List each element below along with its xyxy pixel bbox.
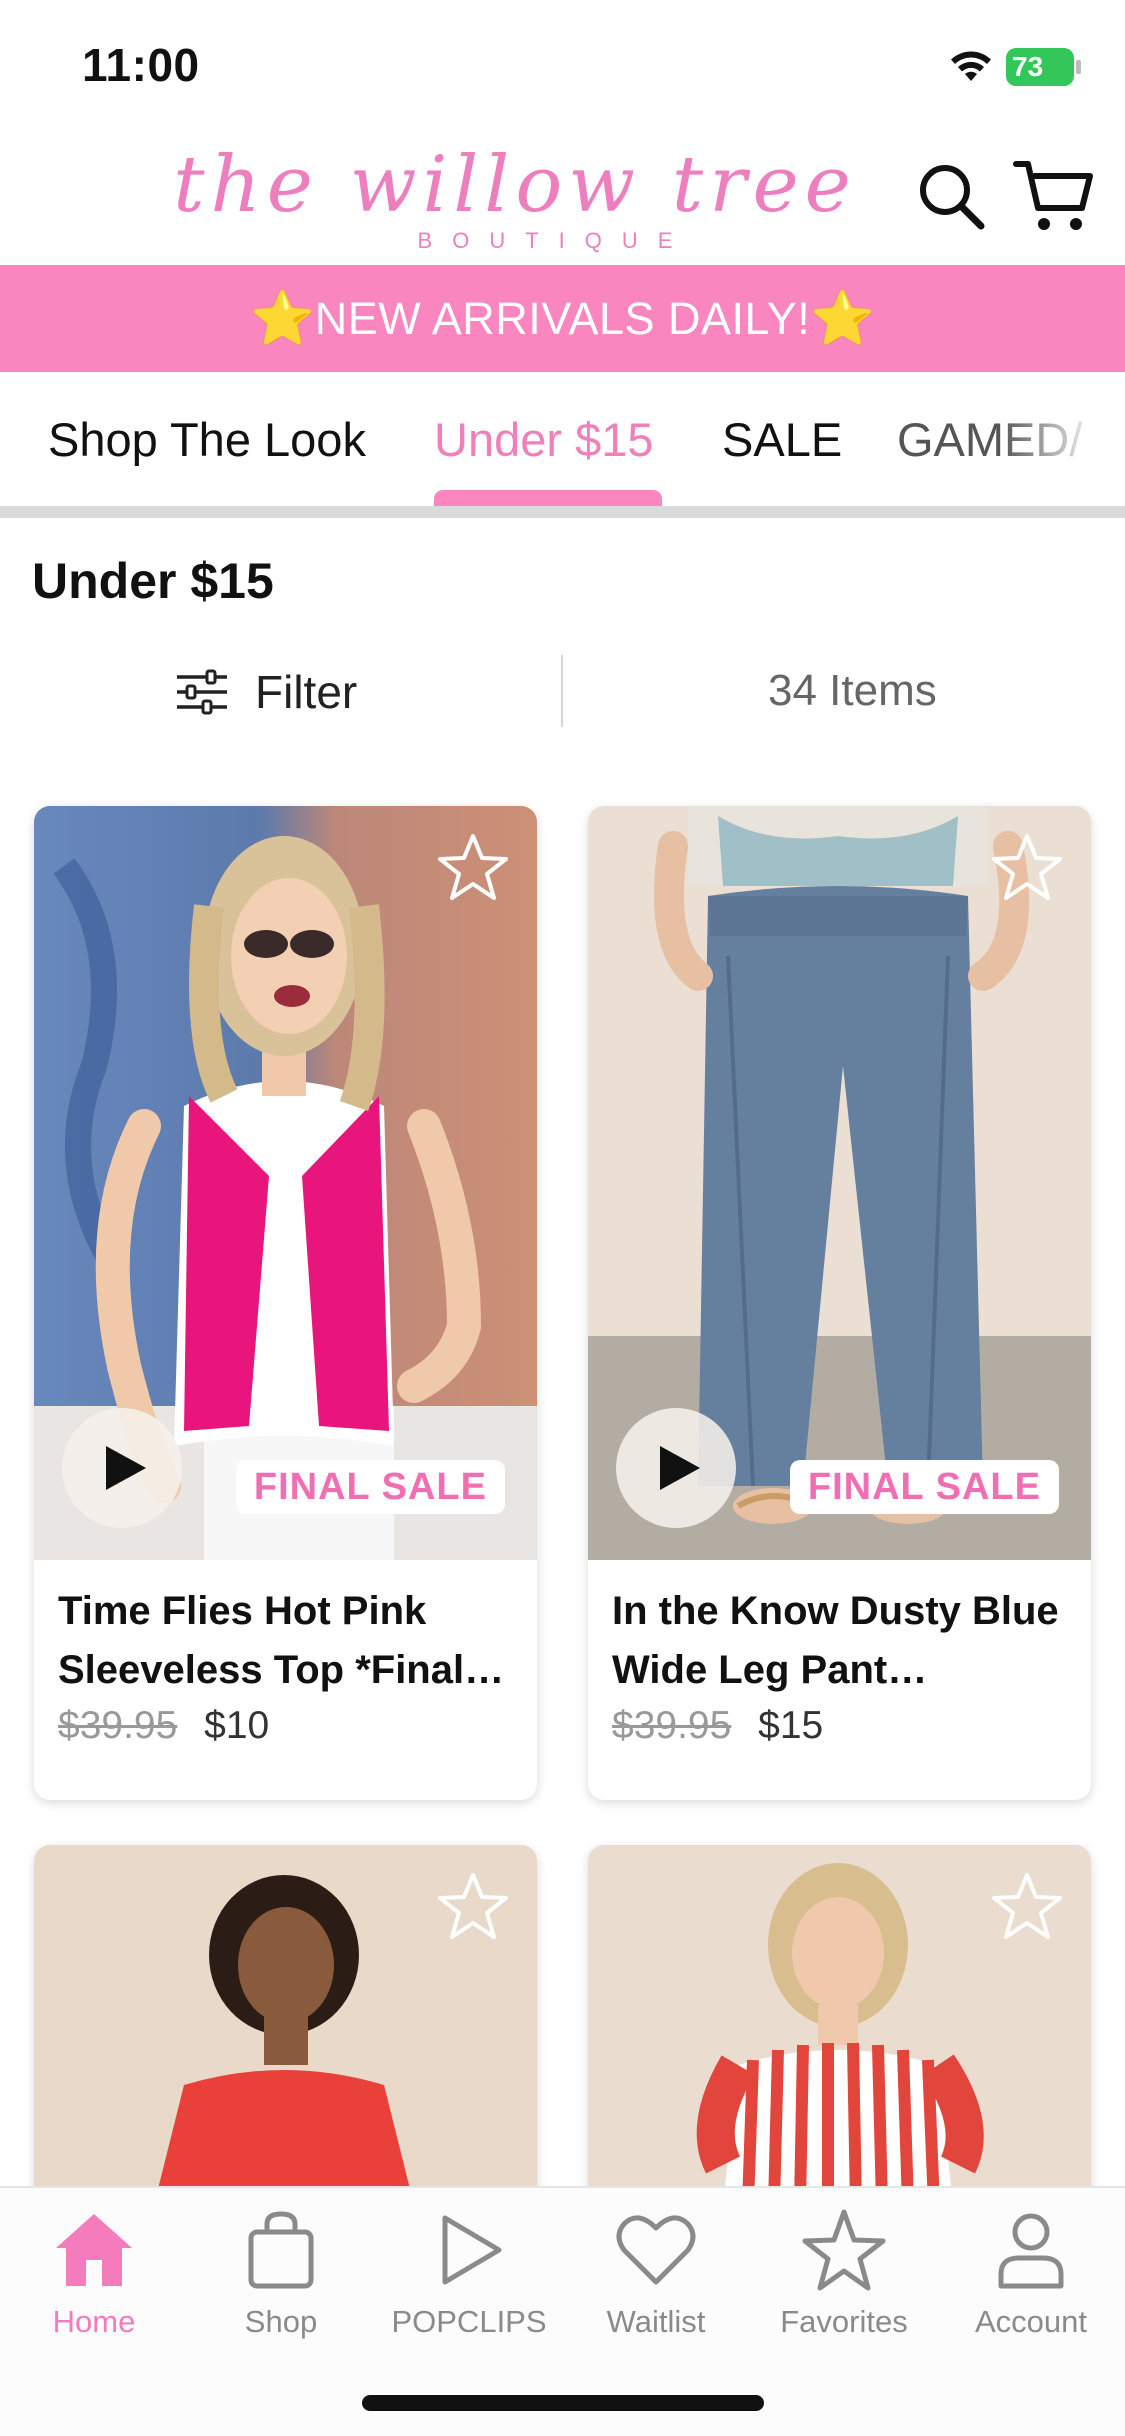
logo-script: the willow tree [173,140,857,230]
play-video-button[interactable] [62,1408,182,1528]
price-row: $39.95 $10 [58,1704,513,1748]
banner-text: NEW ARRIVALS DAILY! [314,292,811,344]
original-price: $39.95 [58,1704,178,1747]
wifi-icon [951,51,991,81]
app-screen: 11:00 73 the willow tree BOUTIQUE ⭐ NEW … [0,0,1125,2436]
promo-banner[interactable]: ⭐ NEW ARRIVALS DAILY! ⭐ [0,265,1125,372]
filter-label: Filter [255,666,358,718]
filter-bar: Filter 34 Items [0,650,1125,730]
tab-under-15[interactable]: Under $15 [434,412,654,467]
final-sale-badge: FINAL SALE [235,1460,505,1514]
nav-label: POPCLIPS [391,2304,547,2339]
sliders-icon [177,669,227,715]
app-header: the willow tree BOUTIQUE [0,130,1125,265]
page-title: Under $15 [32,553,274,609]
nav-home[interactable]: Home [0,2208,188,2358]
status-time: 11:00 [82,39,200,91]
product-image[interactable]: FINAL SALE [588,806,1091,1560]
nav-label: Favorites [780,2304,908,2339]
tabs-fade [1000,372,1125,502]
sale-price: $15 [758,1704,824,1747]
product-image[interactable] [34,1845,537,2205]
play-icon [106,1446,146,1490]
search-icon[interactable] [915,160,987,232]
nav-shop[interactable]: Shop [187,2208,375,2358]
battery-level: 73 [1012,51,1044,82]
tab-shop-the-look[interactable]: Shop The Look [48,412,366,467]
price-row: $39.95 $15 [612,1704,1067,1748]
product-image[interactable] [588,1845,1091,2205]
play-icon [660,1446,700,1490]
product-title[interactable]: In the Know Dusty Blue Wide Leg Pant… [612,1582,1067,1700]
original-price: $39.95 [612,1704,732,1747]
favorite-star-icon[interactable] [991,1871,1063,1941]
star-emoji-icon: ⭐ [250,290,315,348]
play-video-button[interactable] [616,1408,736,1528]
tabs-divider [0,506,1125,518]
battery-icon: 73 [1006,48,1081,86]
status-bar: 11:00 73 [0,0,1125,130]
items-count: 34 Items [768,666,937,715]
person-icon [998,2213,1064,2289]
nav-label: Waitlist [606,2304,706,2339]
product-info: In the Know Dusty Blue Wide Leg Pant… $3… [588,1560,1091,1800]
favorite-star-icon[interactable] [991,832,1063,902]
play-icon [442,2215,502,2285]
cart-icon[interactable] [1012,158,1094,234]
star-emoji-icon: ⭐ [810,290,875,348]
home-indicator[interactable] [362,2395,764,2411]
nav-label: Shop [244,2304,318,2339]
nav-waitlist[interactable]: Waitlist [562,2208,750,2358]
nav-favorites[interactable]: Favorites [750,2208,938,2358]
product-title[interactable]: Time Flies Hot Pink Sleeveless Top *Fina… [58,1582,513,1700]
logo-subtitle: BOUTIQUE [417,228,693,253]
star-icon [802,2209,886,2291]
nav-label: Account [974,2304,1087,2339]
product-card[interactable] [34,1845,537,2205]
favorite-star-icon[interactable] [437,1871,509,1941]
nav-popclips[interactable]: POPCLIPS [375,2208,563,2358]
product-card[interactable]: FINAL SALE Time Flies Hot Pink Sleeveles… [34,806,537,1800]
filter-divider [561,655,563,727]
final-sale-badge: FINAL SALE [789,1460,1059,1514]
category-tabs: Shop The Look Under $15 SALE GAMED/ [0,372,1125,510]
nav-account[interactable]: Account [937,2208,1125,2358]
product-card[interactable] [588,1845,1091,2205]
nav-label: Home [52,2304,136,2339]
product-image[interactable]: FINAL SALE [34,806,537,1560]
home-icon [56,2214,132,2286]
heart-icon [616,2215,696,2285]
product-info: Time Flies Hot Pink Sleeveless Top *Fina… [34,1560,537,1800]
brand-logo[interactable]: the willow tree BOUTIQUE [145,140,885,260]
favorite-star-icon[interactable] [437,832,509,902]
bag-icon [248,2211,314,2289]
sale-price: $10 [204,1704,270,1747]
filter-button[interactable]: Filter [175,662,357,722]
product-card[interactable]: FINAL SALE In the Know Dusty Blue Wide L… [588,806,1091,1800]
tab-sale[interactable]: SALE [722,412,842,467]
